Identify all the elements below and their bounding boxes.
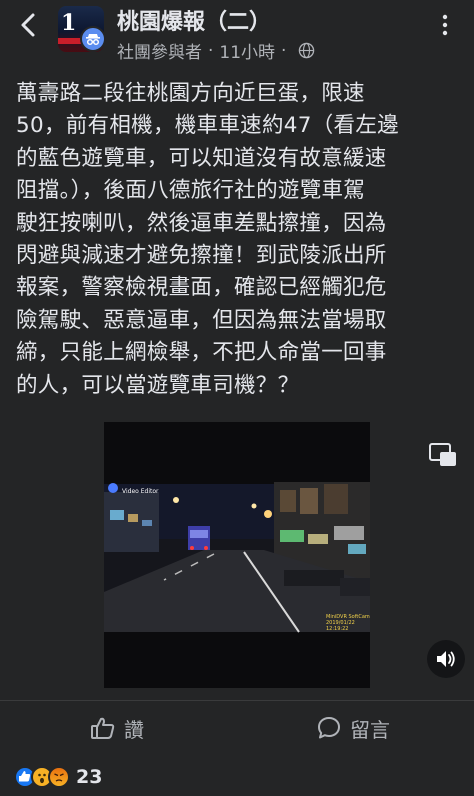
comment-label: 留言 — [350, 717, 390, 742]
picture-in-picture-icon — [429, 443, 456, 466]
angry-icon — [48, 766, 70, 788]
video-area: Video Editor MiniDVR SoftCam 2019/01/22 … — [0, 420, 474, 690]
thumbs-up-icon — [91, 717, 115, 739]
like-button[interactable]: 讚 — [90, 711, 144, 745]
avatar-digit: 1 — [61, 10, 77, 36]
picture-in-picture-button[interactable] — [428, 442, 458, 468]
post-time[interactable]: 11小時 — [219, 38, 275, 63]
volume-button[interactable] — [427, 640, 465, 678]
meta-separator: · — [208, 40, 214, 61]
more-vertical-icon — [442, 14, 448, 36]
video-editor-label: Video Editor — [122, 488, 159, 495]
speaker-icon — [437, 651, 455, 667]
video-player[interactable]: Video Editor MiniDVR SoftCam 2019/01/22 … — [104, 422, 370, 688]
video-watermark-timestamp: 2019/01/22 12:19:22 — [326, 620, 355, 632]
chevron-left-icon — [21, 13, 35, 37]
globe-icon — [299, 42, 315, 59]
video-thumbnail — [104, 422, 370, 688]
group-name[interactable]: 桃園爆報（二） — [117, 4, 271, 36]
like-label: 讚 — [124, 717, 144, 742]
meta-separator-2: · — [281, 40, 287, 61]
member-role: 社團參與者 — [117, 43, 202, 63]
group-avatar[interactable]: 1 — [58, 6, 108, 56]
post-screen: 1 桃園爆報（二） 社團參與者 · 11小時 · 萬壽路二段往桃園方向近巨蛋，限… — [0, 0, 474, 796]
post-body-text: 萬壽路二段往桃園方向近巨蛋，限速 50，前有相機，機車車速約47（看左邊 的藍色… — [16, 81, 399, 398]
post-header: 1 桃園爆報（二） 社團參與者 · 11小時 · — [0, 0, 474, 72]
back-button[interactable] — [14, 10, 44, 40]
anonymous-badge-icon — [80, 26, 106, 52]
reactions-summary[interactable]: 23 — [14, 764, 102, 790]
reaction-count: 23 — [76, 766, 103, 788]
post-meta: 社團參與者 · 11小時 · — [117, 38, 315, 63]
more-options-button[interactable] — [434, 14, 456, 36]
comment-button[interactable]: 留言 — [316, 711, 390, 745]
post-action-bar: 讚 留言 — [0, 700, 474, 755]
comment-icon — [318, 717, 340, 739]
